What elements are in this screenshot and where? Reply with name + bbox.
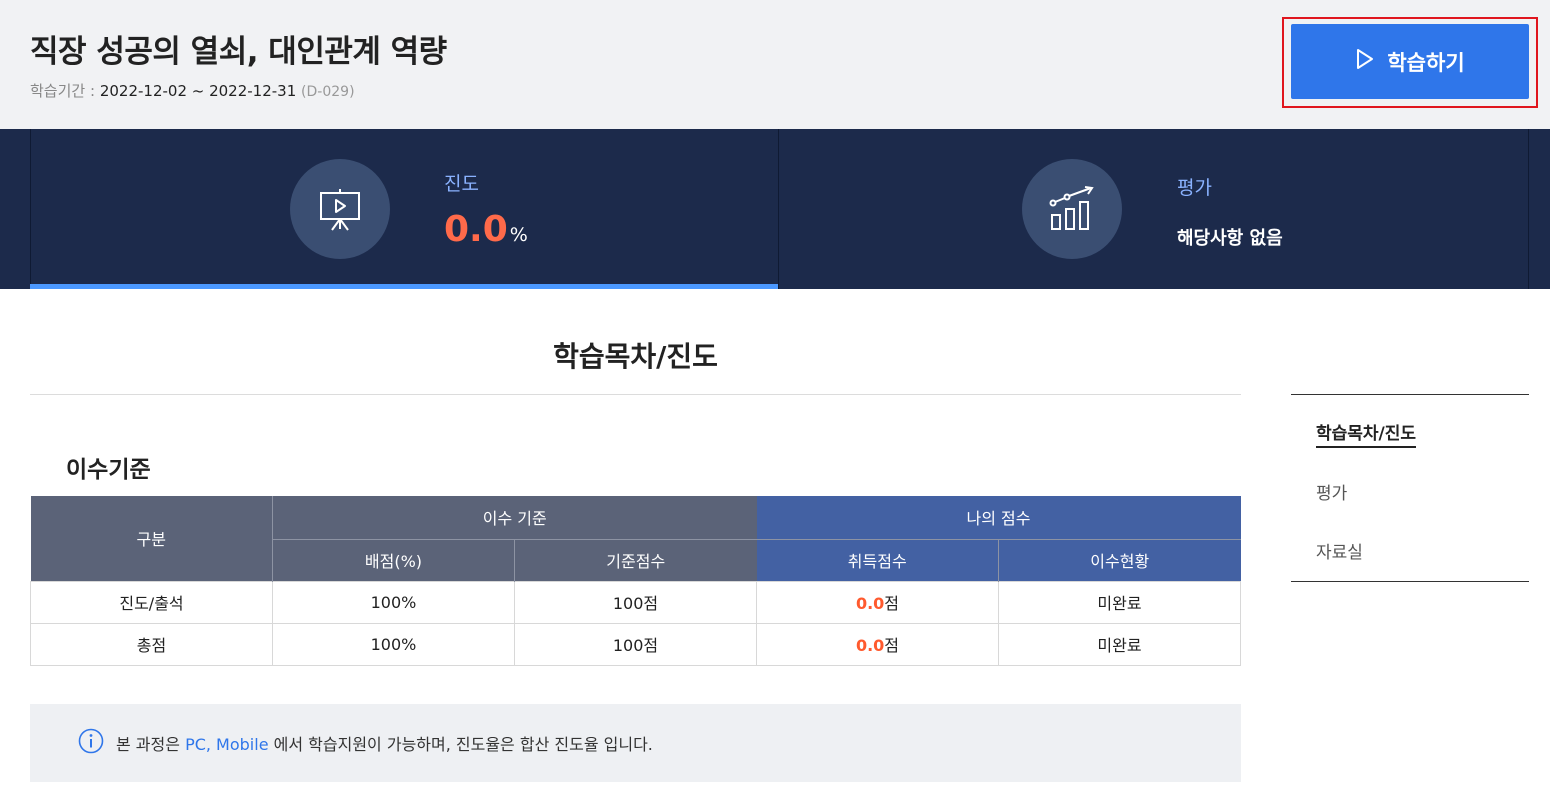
info-icon [78,728,104,758]
group-criteria: 이수 기준 [272,496,757,539]
evaluation-panel: 평가 해당사항 없음 [778,129,1529,289]
criteria-title: 이수기준 [66,457,151,483]
col-weight: 배점(%) [272,538,515,581]
side-nav-item-curriculum[interactable]: 학습목차/진도 [1316,419,1417,448]
evaluation-value: 해당사항 없음 [1177,228,1283,249]
row-category: 진도/출석 [30,580,273,624]
row-weight: 100% [272,622,515,666]
row-earned-score: 0.0점 [756,580,999,624]
notice-text: 본 과정은 PC, Mobile 에서 학습지원이 가능하며, 진도율은 합산 … [116,731,653,755]
progress-bar [30,284,778,289]
row-base-score: 100점 [514,580,757,624]
side-nav: 학습목차/진도 평가 자료실 [1291,394,1529,582]
section-divider [30,394,1241,395]
progress-unit: % [509,224,528,246]
presentation-play-icon [290,159,390,259]
course-title: 직장 성공의 열쇠, 대인관계 역량 [30,34,447,70]
side-nav-item-evaluation[interactable]: 평가 [1316,479,1347,504]
earned-score-unit: 점 [884,594,900,613]
notice-highlight: PC, Mobile [185,735,269,754]
progress-number: 0.0 [444,209,508,250]
row-earned-score: 0.0점 [756,622,999,666]
play-outline-icon [1355,48,1375,75]
row-base-score: 100점 [514,622,757,666]
evaluation-label: 평가 [1177,177,1212,199]
notice-suffix: 에서 학습지원이 가능하며, 진도율은 합산 진도율 입니다. [268,735,653,754]
row-weight: 100% [272,580,515,624]
notice-box: 본 과정은 PC, Mobile 에서 학습지원이 가능하며, 진도율은 합산 … [30,704,1241,782]
start-study-label: 학습하기 [1387,50,1465,75]
row-category: 총점 [30,622,273,666]
notice-prefix: 본 과정은 [116,735,186,754]
progress-panel: 진도 0.0% [30,129,778,289]
earned-score-unit: 점 [884,636,900,655]
col-earned-score: 취득점수 [756,538,999,581]
row-status: 미완료 [998,622,1241,666]
table-row: 총점 100% 100점 0.0점 미완료 [30,622,1241,666]
table-row: 진도/출석 100% 100점 0.0점 미완료 [30,580,1241,624]
earned-score-value: 0.0 [855,594,885,613]
study-period-range: 2022-12-02 ~ 2022-12-31 [99,82,297,100]
progress-label: 진도 [444,173,479,195]
col-status: 이수현황 [998,538,1241,581]
study-period-label: 학습기간 : [30,82,96,100]
side-nav-item-resources[interactable]: 자료실 [1316,538,1363,563]
start-study-button[interactable]: 학습하기 [1291,24,1529,99]
col-category: 구분 [30,496,273,581]
group-my-score: 나의 점수 [756,496,1241,539]
col-base-score: 기준점수 [514,538,757,581]
row-status: 미완료 [998,580,1241,624]
progress-value: 0.0% [444,209,528,250]
progress-bar-fill [30,284,778,289]
growth-chart-icon [1022,159,1122,259]
section-title: 학습목차/진도 [553,340,718,373]
d-day-count: (D-029) [301,84,355,100]
completion-criteria-table: 구분 이수 기준 나의 점수 배점(%) 기준점수 취득점수 이수현황 진도/출… [30,496,1241,666]
study-period: 학습기간 : 2022-12-02 ~ 2022-12-31 (D-029) [30,80,355,101]
earned-score-value: 0.0 [855,636,885,655]
